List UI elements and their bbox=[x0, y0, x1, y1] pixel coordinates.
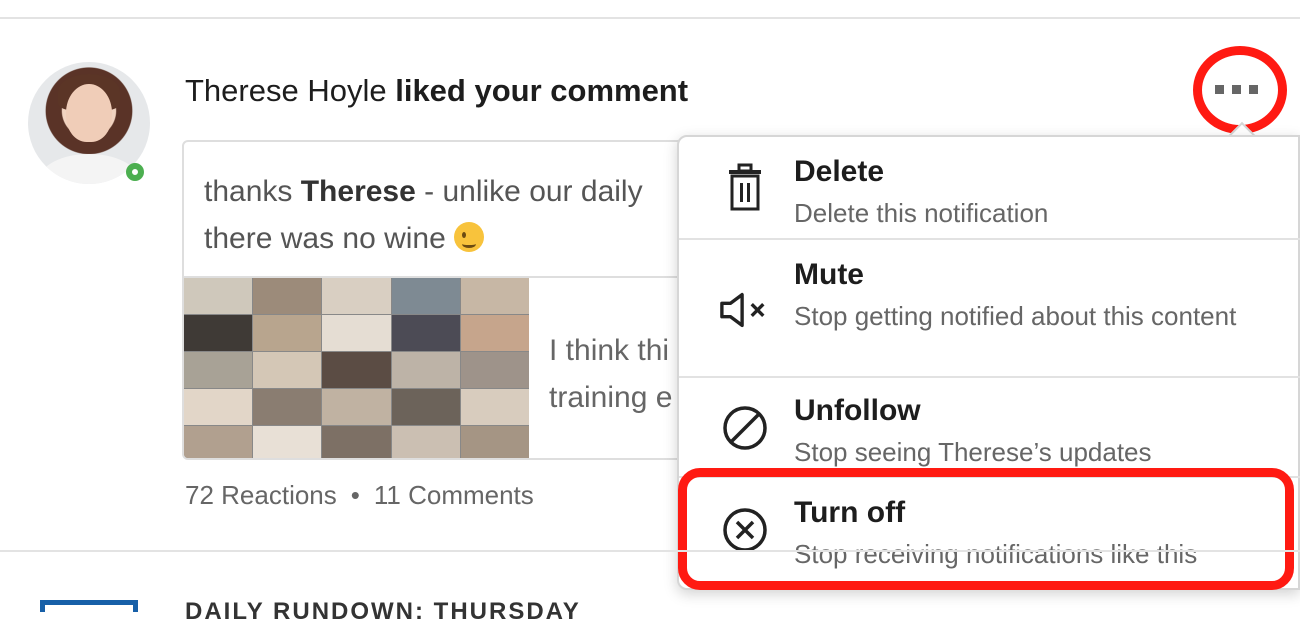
mute-icon bbox=[719, 284, 771, 336]
menu-item-unfollow[interactable]: Unfollow Stop seeing Therese’s updates bbox=[679, 378, 1300, 478]
bottom-divider bbox=[0, 550, 1300, 552]
post-stats: 72 Reactions • 11 Comments bbox=[185, 480, 534, 511]
menu-item-title: Mute bbox=[794, 258, 864, 291]
post-preview-text: I think thi training e bbox=[549, 334, 673, 414]
notification-headline[interactable]: Therese Hoyle liked your comment bbox=[185, 73, 688, 109]
trash-icon bbox=[719, 161, 771, 213]
comments-count[interactable]: 11 Comments bbox=[374, 480, 534, 510]
comment-mention: Therese bbox=[300, 175, 416, 208]
post-thumbnail[interactable] bbox=[184, 278, 529, 458]
block-icon bbox=[719, 402, 771, 454]
reactions-count[interactable]: 72 Reactions bbox=[185, 480, 337, 510]
next-notification-logo[interactable] bbox=[40, 600, 138, 612]
online-status-icon bbox=[126, 163, 144, 181]
menu-item-desc: Stop getting notified about this content bbox=[794, 301, 1237, 331]
comment-card[interactable]: thanks Therese - unlike our daily there … bbox=[182, 140, 702, 460]
comment-text: thanks Therese - unlike our daily there … bbox=[204, 175, 643, 255]
menu-item-desc: Stop seeing Therese’s updates bbox=[794, 437, 1152, 467]
menu-item-title: Unfollow bbox=[794, 394, 921, 427]
top-divider bbox=[0, 17, 1300, 19]
wink-emoji-icon bbox=[454, 222, 485, 252]
menu-item-title: Delete bbox=[794, 155, 885, 188]
separator-bullet: • bbox=[350, 480, 360, 510]
next-notification-title[interactable]: DAILY RUNDOWN: THURSDAY bbox=[185, 598, 581, 626]
menu-item-mute[interactable]: Mute Stop getting notified about this co… bbox=[679, 240, 1300, 378]
turn-off-highlight-box bbox=[678, 468, 1294, 590]
ellipsis-icon bbox=[1215, 85, 1258, 94]
notification-action: liked your comment bbox=[395, 73, 689, 108]
actor-name[interactable]: Therese Hoyle bbox=[185, 73, 387, 108]
menu-item-desc: Delete this notification bbox=[794, 198, 1049, 228]
menu-item-delete[interactable]: Delete Delete this notification bbox=[679, 137, 1300, 240]
more-options-button[interactable] bbox=[1193, 46, 1287, 134]
